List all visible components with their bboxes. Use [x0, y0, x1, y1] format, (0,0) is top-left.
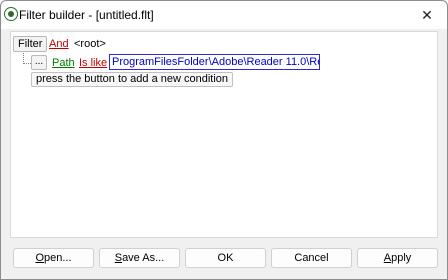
save-as-button-accel: S [114, 252, 123, 264]
window-title: Filter builder - [untitled.flt] [19, 8, 154, 22]
condition-field-link[interactable]: Path [52, 57, 75, 69]
open-button-accel: O [35, 252, 45, 264]
filter-builder-window: Filter builder - [untitled.flt] ✕ Filter… [0, 0, 448, 280]
filter-app-icon [4, 7, 18, 21]
title-bar: Filter builder - [untitled.flt] ✕ [1, 1, 447, 29]
filter-menu-button[interactable]: Filter [13, 36, 48, 52]
filter-tree-panel: Filter And <root> ... Path Is like Progr… [10, 31, 438, 238]
tree-connector-vertical [23, 50, 24, 64]
save-as-button[interactable]: Save As... [99, 248, 180, 268]
open-button[interactable]: Open... [13, 248, 94, 268]
condition-value-field[interactable]: ProgramFilesFolder\Adobe\Reader 11.0\Rea… [109, 54, 320, 70]
open-button-label: pen... [44, 252, 72, 264]
close-icon[interactable]: ✕ [417, 5, 437, 25]
cancel-button[interactable]: Cancel [271, 248, 352, 268]
condition-operator-link[interactable]: Is like [79, 57, 107, 69]
apply-button-accel: A [383, 252, 392, 264]
dialog-footer: Open... Save As... OK Cancel Apply [1, 241, 447, 279]
ok-button[interactable]: OK [185, 248, 266, 268]
save-as-button-label: ave As... [122, 252, 165, 264]
apply-button-label: pply [391, 252, 412, 264]
add-condition-button[interactable]: press the button to add a new condition [31, 72, 234, 87]
apply-button[interactable]: Apply [357, 248, 438, 268]
condition-menu-button[interactable]: ... [31, 55, 47, 70]
root-label: <root> [74, 38, 106, 50]
tree-connector-horizontal [23, 63, 31, 64]
group-operator-link[interactable]: And [49, 38, 69, 50]
